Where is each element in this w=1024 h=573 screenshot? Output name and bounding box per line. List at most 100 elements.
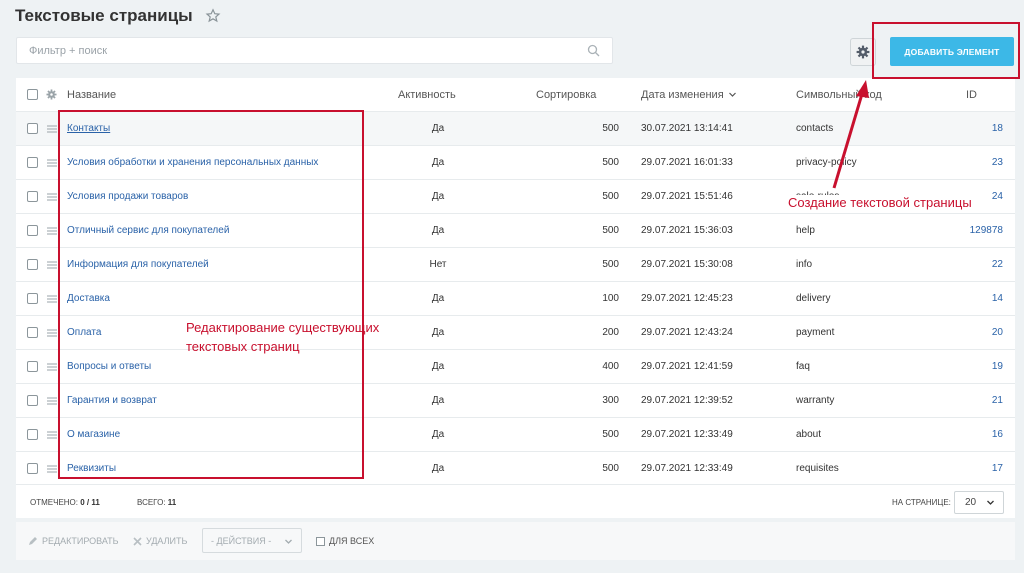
row-sort: 500 <box>602 123 619 134</box>
row-id-link[interactable]: 23 <box>992 157 1003 168</box>
row-active: Да <box>431 191 445 202</box>
column-header-sort[interactable]: Сортировка <box>536 78 596 111</box>
column-header-date-label: Дата изменения <box>641 88 724 101</box>
for-all-label: ДЛЯ ВСЕХ <box>329 536 375 546</box>
column-header-date[interactable]: Дата изменения <box>641 78 737 111</box>
row-id-link[interactable]: 24 <box>992 191 1003 202</box>
row-date: 29.07.2021 12:39:52 <box>641 395 733 406</box>
row-active: Нет <box>429 259 447 270</box>
drag-handle-icon[interactable] <box>47 159 57 167</box>
row-date: 29.07.2021 15:51:46 <box>641 191 733 202</box>
row-code: delivery <box>796 293 831 304</box>
for-all-toggle[interactable]: ДЛЯ ВСЕХ <box>316 536 374 546</box>
row-code: warranty <box>796 395 835 406</box>
marked-label: ОТМЕЧЕНО: <box>30 498 78 507</box>
row-active: Да <box>431 463 445 474</box>
search-icon[interactable] <box>587 44 600 57</box>
row-sort: 500 <box>602 259 619 270</box>
table-footer: ОТМЕЧЕНО: 0 / 11 ВСЕГО: 11 НА СТРАНИЦЕ: … <box>16 484 1015 518</box>
row-active: Да <box>431 123 445 134</box>
drag-handle-icon[interactable] <box>47 295 57 303</box>
row-active: Да <box>431 157 445 168</box>
drag-handle-icon[interactable] <box>47 125 57 133</box>
row-checkbox[interactable] <box>27 123 38 134</box>
column-header-active[interactable]: Активность <box>398 78 456 111</box>
row-code: about <box>796 429 822 440</box>
delete-button[interactable]: УДАЛИТЬ <box>133 536 187 546</box>
row-id-link[interactable]: 14 <box>992 293 1003 304</box>
row-checkbox[interactable] <box>27 191 38 202</box>
per-page-select[interactable]: 20 <box>954 491 1004 514</box>
row-code: help <box>796 225 815 236</box>
row-code: privacy-policy <box>796 157 857 168</box>
total-label: ВСЕГО: <box>137 498 166 507</box>
marked-value: 0 / 11 <box>80 498 100 507</box>
row-code: faq <box>796 361 810 372</box>
row-date: 29.07.2021 12:33:49 <box>641 429 733 440</box>
row-checkbox[interactable] <box>27 293 38 304</box>
edit-label: РЕДАКТИРОВАТЬ <box>42 536 119 546</box>
total-value: 11 <box>167 498 177 507</box>
filter-search[interactable] <box>16 37 613 64</box>
row-checkbox[interactable] <box>27 157 38 168</box>
row-id-link[interactable]: 17 <box>992 463 1003 474</box>
row-date: 30.07.2021 13:14:41 <box>641 123 733 134</box>
row-checkbox[interactable] <box>27 327 38 338</box>
row-code: info <box>796 259 813 270</box>
search-input[interactable] <box>17 38 557 63</box>
actions-select[interactable]: - ДЕЙСТВИЯ - <box>202 528 302 553</box>
annotation-box-add <box>872 22 1020 79</box>
drag-handle-icon[interactable] <box>47 431 57 439</box>
chevron-down-icon <box>728 92 736 97</box>
row-id-link[interactable]: 19 <box>992 361 1003 372</box>
row-date: 29.07.2021 15:30:08 <box>641 259 733 270</box>
row-active: Да <box>431 429 445 440</box>
row-checkbox[interactable] <box>27 429 38 440</box>
column-header-name[interactable]: Название <box>67 78 116 111</box>
drag-handle-icon[interactable] <box>47 397 57 405</box>
row-date: 29.07.2021 12:33:49 <box>641 463 733 474</box>
row-sort: 100 <box>602 293 619 304</box>
drag-handle-icon[interactable] <box>47 465 57 473</box>
row-id-link[interactable]: 18 <box>992 123 1003 134</box>
star-icon[interactable] <box>205 8 221 24</box>
row-date: 29.07.2021 16:01:33 <box>641 157 733 168</box>
column-header-code[interactable]: Символьный код <box>796 78 882 111</box>
edit-button[interactable]: РЕДАКТИРОВАТЬ <box>28 536 119 546</box>
page-title: Текстовые страницы <box>15 6 193 25</box>
row-code: contacts <box>796 123 834 134</box>
row-active: Да <box>431 225 445 236</box>
total-count: ВСЕГО: 11 <box>137 498 176 507</box>
row-id-link[interactable]: 22 <box>992 259 1003 270</box>
row-date: 29.07.2021 15:36:03 <box>641 225 733 236</box>
row-active: Да <box>431 361 445 372</box>
drag-handle-icon[interactable] <box>47 193 57 201</box>
row-id-link[interactable]: 20 <box>992 327 1003 338</box>
row-id-link[interactable]: 129878 <box>970 225 1003 236</box>
row-active: Да <box>431 395 445 406</box>
drag-handle-icon[interactable] <box>47 227 57 235</box>
row-checkbox[interactable] <box>27 259 38 270</box>
annotation-box-list <box>58 110 364 479</box>
row-checkbox[interactable] <box>27 395 38 406</box>
row-checkbox[interactable] <box>27 361 38 372</box>
row-active: Да <box>431 293 445 304</box>
drag-handle-icon[interactable] <box>47 261 57 269</box>
drag-handle-icon[interactable] <box>47 329 57 337</box>
title-bar: Текстовые страницы <box>15 6 221 26</box>
row-active: Да <box>431 327 445 338</box>
drag-handle-icon[interactable] <box>47 363 57 371</box>
row-checkbox[interactable] <box>27 463 38 474</box>
chevron-down-icon <box>987 500 994 505</box>
row-id-link[interactable]: 16 <box>992 429 1003 440</box>
pencil-icon <box>29 537 37 545</box>
row-sort: 500 <box>602 225 619 236</box>
row-date: 29.07.2021 12:45:23 <box>641 293 733 304</box>
for-all-checkbox[interactable] <box>316 536 325 546</box>
column-header-id[interactable]: ID <box>966 78 977 111</box>
select-all-checkbox[interactable] <box>27 89 38 100</box>
table-settings-gear-icon[interactable] <box>46 78 57 111</box>
row-sort: 200 <box>602 327 619 338</box>
row-id-link[interactable]: 21 <box>992 395 1003 406</box>
row-checkbox[interactable] <box>27 225 38 236</box>
